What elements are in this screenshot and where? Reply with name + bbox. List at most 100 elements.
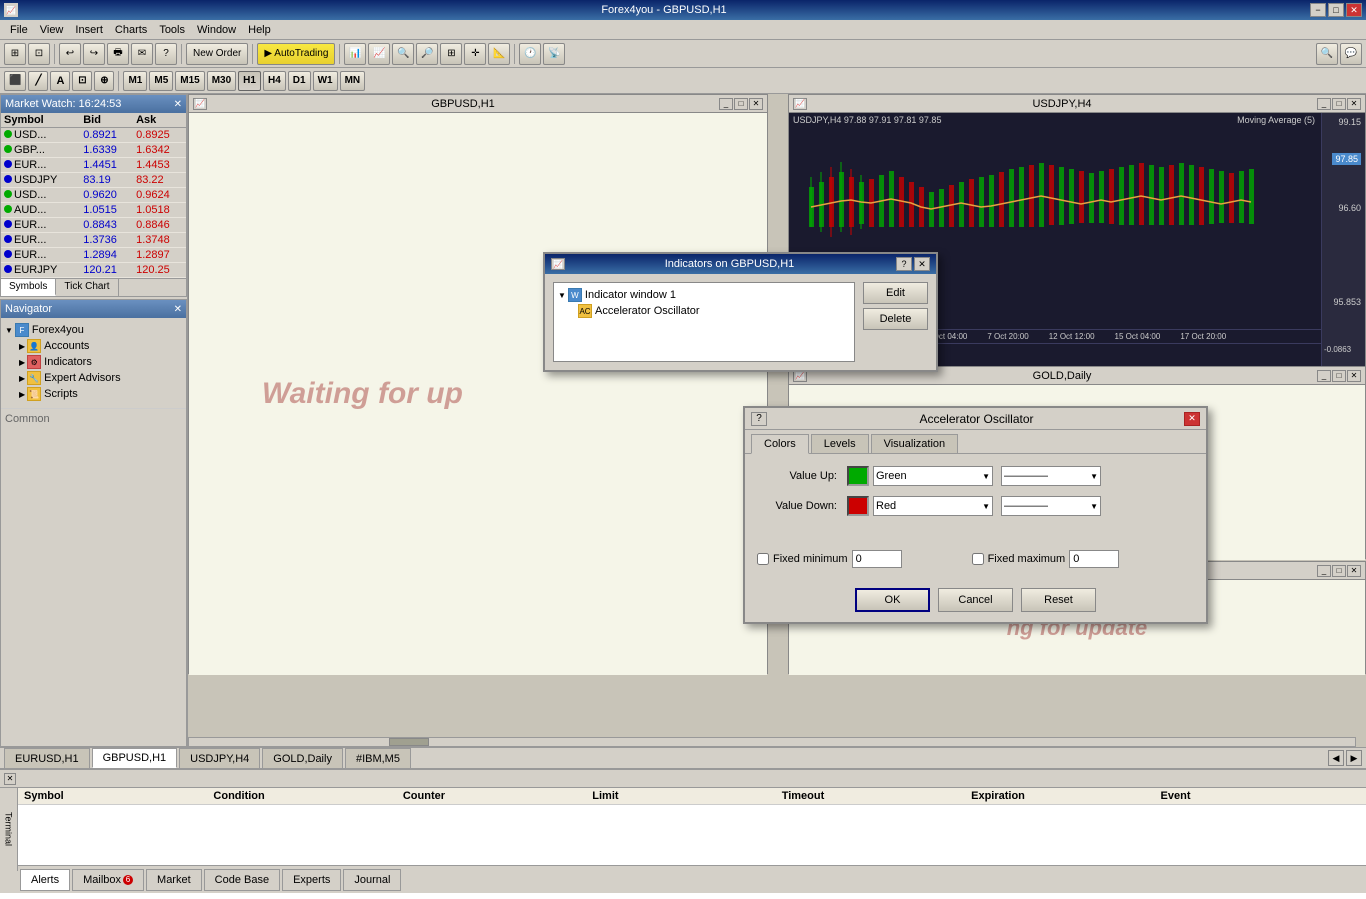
term-tab-experts[interactable]: Experts xyxy=(282,869,341,891)
tab-colors[interactable]: Colors xyxy=(751,434,809,454)
fixed-max-input[interactable] xyxy=(1069,550,1119,568)
signals-btn[interactable]: 📡 xyxy=(543,43,565,65)
chart-usdjpy-max-btn[interactable]: □ xyxy=(1332,98,1346,110)
term-tab-codebase[interactable]: Code Base xyxy=(204,869,280,891)
term-tab-market[interactable]: Market xyxy=(146,869,202,891)
ind-accel-item[interactable]: AC Accelerator Oscillator xyxy=(558,303,850,319)
table-row[interactable]: EUR... 0.8843 0.8846 xyxy=(1,218,186,233)
ind-dlg-close[interactable]: ✕ xyxy=(914,257,930,271)
delete-btn[interactable]: Delete xyxy=(863,308,928,330)
chart-ibm-min-btn[interactable]: _ xyxy=(1317,565,1331,577)
menu-help[interactable]: Help xyxy=(242,22,277,38)
email-btn[interactable]: ✉ xyxy=(131,43,153,65)
zoom-in-btn[interactable]: 🔍 xyxy=(392,43,414,65)
tab-levels[interactable]: Levels xyxy=(811,434,869,453)
tab-visualization[interactable]: Visualization xyxy=(871,434,959,453)
accel-help-btn[interactable]: ? xyxy=(751,412,767,426)
tf-m5[interactable]: M5 xyxy=(149,71,173,91)
chart-tab-usdjpy[interactable]: USDJPY,H4 xyxy=(179,748,260,768)
chart-tab-gbpusd[interactable]: GBPUSD,H1 xyxy=(92,748,178,768)
menu-tools[interactable]: Tools xyxy=(153,22,191,38)
term-tab-journal[interactable]: Journal xyxy=(343,869,401,891)
chat-btn[interactable]: 💬 xyxy=(1340,43,1362,65)
tab-symbols[interactable]: Symbols xyxy=(1,279,56,296)
scroll-btn[interactable]: ⊞ xyxy=(440,43,462,65)
fixed-min-input[interactable] xyxy=(852,550,902,568)
time-btn[interactable]: 🕐 xyxy=(519,43,541,65)
undo-btn[interactable]: ↩ xyxy=(59,43,81,65)
faq-btn[interactable]: ? xyxy=(155,43,177,65)
chart-ibm-close-btn[interactable]: ✕ xyxy=(1347,565,1361,577)
chart-tab-gold[interactable]: GOLD,Daily xyxy=(262,748,343,768)
tf-w1[interactable]: W1 xyxy=(313,71,338,91)
table-row[interactable]: EUR... 1.4451 1.4453 xyxy=(1,158,186,173)
value-up-color-dropdown[interactable]: Green ▼ xyxy=(873,466,993,486)
tab-tick-chart[interactable]: Tick Chart xyxy=(56,279,118,296)
tf-more[interactable]: ⊡ xyxy=(72,71,92,91)
menu-charts[interactable]: Charts xyxy=(109,22,153,38)
chart-ibm-max-btn[interactable]: □ xyxy=(1332,565,1346,577)
tab-scroll-left[interactable]: ◀ xyxy=(1328,750,1344,766)
scrollbar-thumb[interactable] xyxy=(389,738,429,746)
nav-item-experts[interactable]: ▶ 🔧 Expert Advisors xyxy=(5,370,182,386)
tf-d1[interactable]: D1 xyxy=(288,71,311,91)
accel-close-btn[interactable]: ✕ xyxy=(1184,412,1200,426)
new-chart-btn[interactable]: ⊞ xyxy=(4,43,26,65)
nav-item-accounts[interactable]: ▶ 👤 Accounts xyxy=(5,338,182,354)
edit-btn[interactable]: Edit xyxy=(863,282,928,304)
minimize-btn[interactable]: − xyxy=(1310,3,1326,17)
fixed-min-checkbox[interactable] xyxy=(757,553,769,565)
menu-file[interactable]: File xyxy=(4,22,34,38)
tf-mn[interactable]: MN xyxy=(340,71,366,91)
fixed-max-checkbox[interactable] xyxy=(972,553,984,565)
indicators-btn[interactable]: 📈 xyxy=(368,43,390,65)
chart-gold-min-btn[interactable]: _ xyxy=(1317,370,1331,382)
table-row[interactable]: GBP... 1.6339 1.6342 xyxy=(1,143,186,158)
value-down-color-swatch[interactable] xyxy=(847,496,869,516)
maximize-btn[interactable]: □ xyxy=(1328,3,1344,17)
search-btn[interactable]: 🔍 xyxy=(1316,43,1338,65)
table-row[interactable]: AUD... 1.0515 1.0518 xyxy=(1,203,186,218)
tf-line[interactable]: ╱ xyxy=(28,71,48,91)
line-studies-btn[interactable]: 📐 xyxy=(488,43,510,65)
cancel-btn[interactable]: Cancel xyxy=(938,588,1013,612)
nav-item-scripts[interactable]: ▶ 📜 Scripts xyxy=(5,386,182,402)
ok-btn[interactable]: OK xyxy=(855,588,930,612)
table-row[interactable]: EURJPY 120.21 120.25 xyxy=(1,263,186,278)
chart-gbp-close-btn[interactable]: ✕ xyxy=(749,98,763,110)
autotrading-btn[interactable]: ▶ AutoTrading xyxy=(257,43,335,65)
nav-root[interactable]: ▼ F Forex4you xyxy=(5,322,182,338)
chart-gbp-max-btn[interactable]: □ xyxy=(734,98,748,110)
charts-btn[interactable]: 📊 xyxy=(344,43,366,65)
tf-text[interactable]: A xyxy=(50,71,70,91)
templates-btn[interactable]: ⊡ xyxy=(28,43,50,65)
tf-h4[interactable]: H4 xyxy=(263,71,286,91)
ind-window-1[interactable]: ▼ W Indicator window 1 xyxy=(558,287,850,303)
term-tab-mailbox[interactable]: Mailbox 6 xyxy=(72,869,144,891)
crosshair-btn[interactable]: ✛ xyxy=(464,43,486,65)
chart-gbp-min-btn[interactable]: _ xyxy=(719,98,733,110)
new-order-btn[interactable]: New Order xyxy=(186,43,248,65)
tf-m30[interactable]: M30 xyxy=(207,71,236,91)
table-row[interactable]: USDJPY 83.19 83.22 xyxy=(1,173,186,188)
tf-h1[interactable]: H1 xyxy=(238,71,261,91)
ind-dlg-help[interactable]: ? xyxy=(896,257,912,271)
nav-item-indicators[interactable]: ▶ ⚙ Indicators xyxy=(5,354,182,370)
tab-scroll-right[interactable]: ▶ xyxy=(1346,750,1362,766)
navigator-close[interactable]: ✕ xyxy=(174,304,182,315)
redo-btn[interactable]: ↪ xyxy=(83,43,105,65)
term-tab-alerts[interactable]: Alerts xyxy=(20,869,70,891)
tf-m1[interactable]: M1 xyxy=(123,71,147,91)
chart-tab-ibm[interactable]: #IBM,M5 xyxy=(345,748,411,768)
chart-usdjpy-min-btn[interactable]: _ xyxy=(1317,98,1331,110)
market-watch-close[interactable]: ✕ xyxy=(174,99,182,110)
menu-insert[interactable]: Insert xyxy=(69,22,109,38)
chart-tab-eurusd[interactable]: EURUSD,H1 xyxy=(4,748,90,768)
chart-gold-max-btn[interactable]: □ xyxy=(1332,370,1346,382)
chart-usdjpy-close-btn[interactable]: ✕ xyxy=(1347,98,1361,110)
zoom-out-btn[interactable]: 🔎 xyxy=(416,43,438,65)
table-row[interactable]: EUR... 1.3736 1.3748 xyxy=(1,233,186,248)
table-row[interactable]: EUR... 1.2894 1.2897 xyxy=(1,248,186,263)
value-down-color-dropdown[interactable]: Red ▼ xyxy=(873,496,993,516)
tf-mode[interactable]: ⊕ xyxy=(94,71,114,91)
